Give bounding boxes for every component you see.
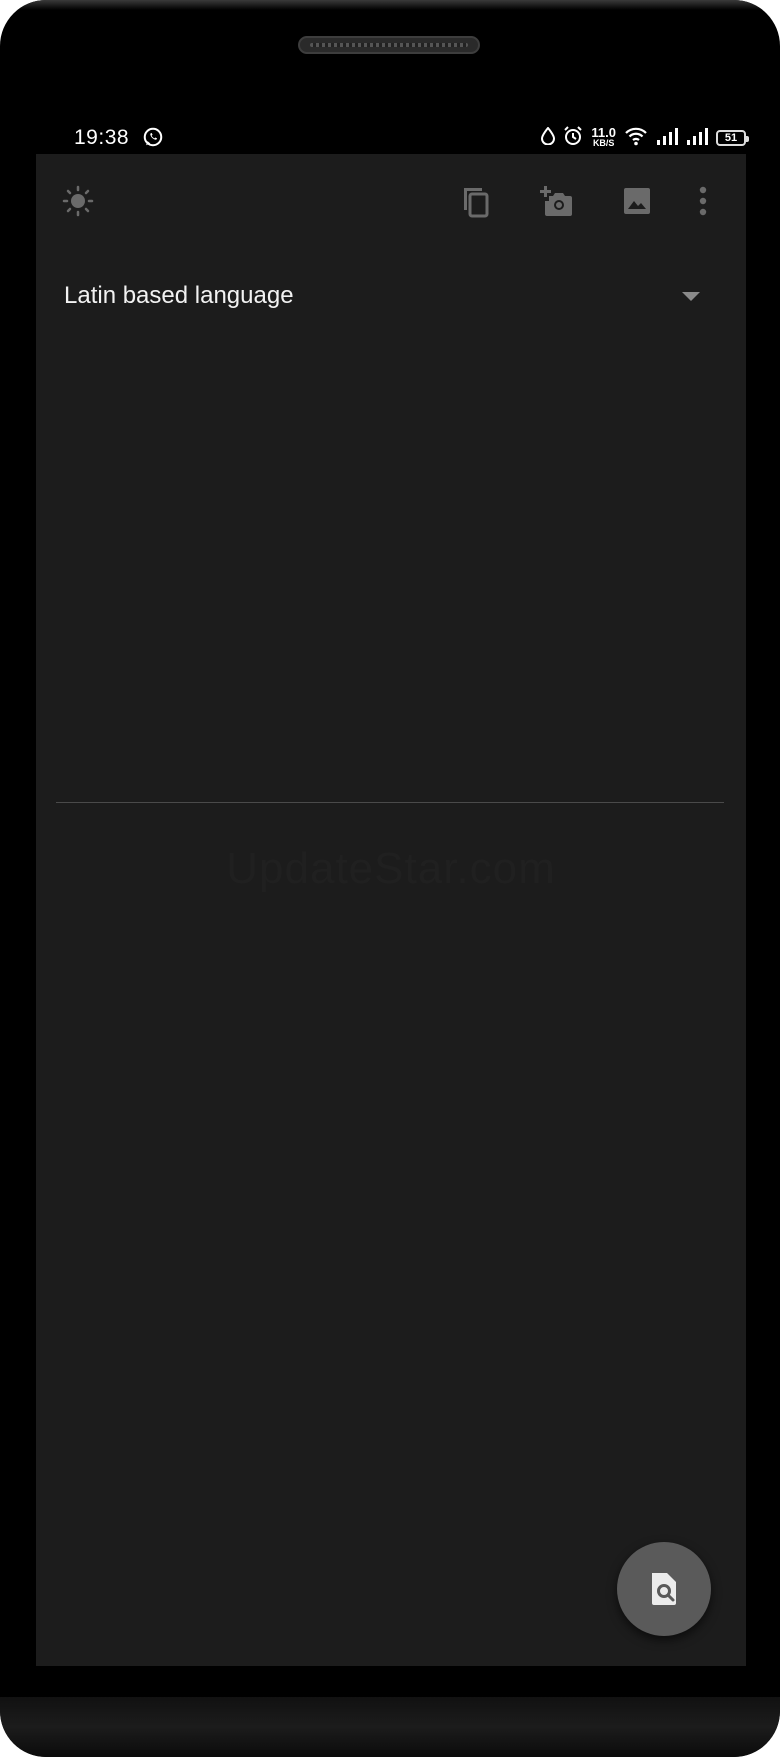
add-photo-icon bbox=[540, 186, 572, 216]
status-icons: 11.0 KB/S 51 bbox=[541, 124, 749, 152]
phone-chin bbox=[0, 1697, 780, 1757]
scan-fab-button[interactable] bbox=[617, 1542, 711, 1636]
image-icon bbox=[624, 188, 650, 214]
drop-icon bbox=[541, 125, 556, 150]
whatsapp-icon bbox=[142, 126, 164, 153]
language-dropdown[interactable]: Latin based language bbox=[36, 262, 746, 326]
alarm-icon bbox=[563, 125, 583, 151]
more-vert-icon bbox=[699, 186, 707, 216]
watermark: UpdateStar.com bbox=[226, 844, 556, 893]
network-speed-value: 11.0 bbox=[591, 125, 616, 140]
app-screen: Latin based language UpdateStar.com bbox=[36, 154, 746, 1666]
status-bar: 19:38 11.0 KB/S 51 bbox=[36, 118, 749, 158]
add-photo-button[interactable] bbox=[532, 177, 580, 225]
chevron-down-icon bbox=[682, 292, 700, 301]
language-selected-value: Latin based language bbox=[64, 282, 294, 309]
signal-icon bbox=[686, 127, 708, 150]
copy-button[interactable] bbox=[452, 177, 500, 225]
brightness-icon bbox=[62, 185, 94, 217]
phone-top-edge bbox=[10, 0, 770, 10]
status-time: 19:38 bbox=[74, 126, 130, 149]
signal-icon bbox=[656, 127, 678, 150]
more-options-button[interactable] bbox=[683, 177, 723, 225]
phone-frame: 19:38 11.0 KB/S 51 Latin based language … bbox=[0, 0, 780, 1757]
wifi-icon bbox=[624, 126, 648, 151]
gallery-button[interactable] bbox=[613, 177, 661, 225]
document-search-icon bbox=[652, 1573, 676, 1605]
battery-level: 51 bbox=[724, 132, 738, 144]
network-speed: 11.0 KB/S bbox=[591, 125, 616, 148]
network-speed-unit: KB/S bbox=[592, 138, 615, 148]
earpiece-speaker bbox=[298, 36, 480, 54]
divider bbox=[56, 802, 724, 803]
toolbar bbox=[36, 154, 746, 250]
battery-icon: 51 bbox=[716, 130, 749, 146]
copy-icon bbox=[464, 188, 489, 218]
brightness-button[interactable] bbox=[54, 177, 102, 225]
